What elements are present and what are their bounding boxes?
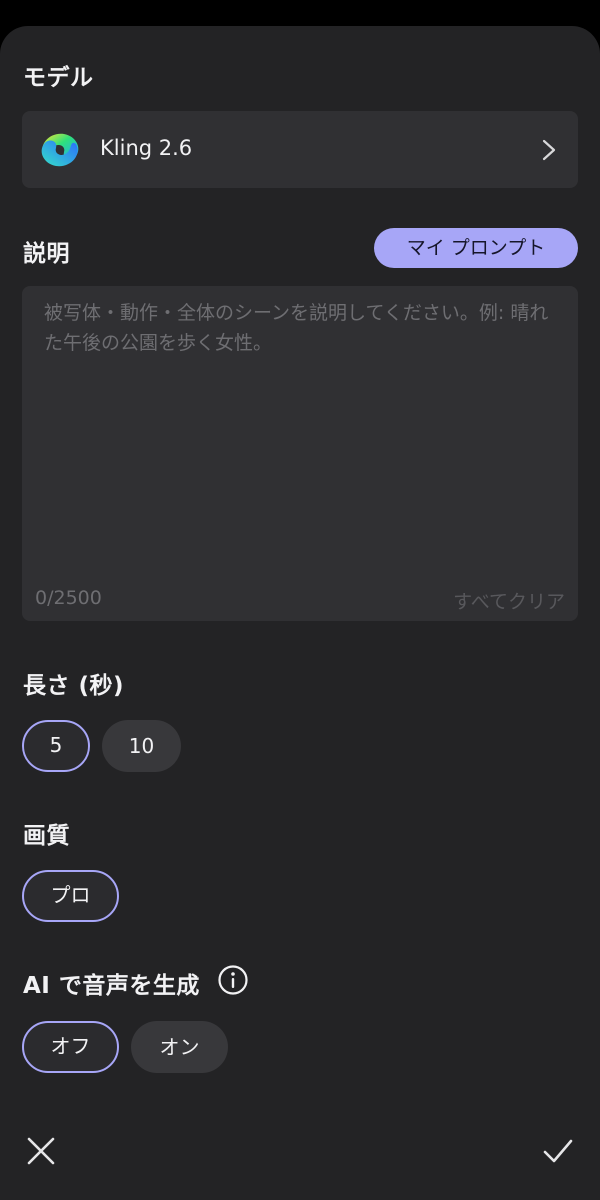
description-input[interactable] xyxy=(22,286,578,566)
audio-option-on[interactable]: オン xyxy=(131,1021,228,1073)
kling-logo-icon xyxy=(41,133,79,167)
clear-all-button[interactable]: すべてクリア xyxy=(453,587,565,614)
quality-section-title: 画質 xyxy=(23,823,70,849)
checkmark-icon[interactable] xyxy=(541,1134,575,1168)
settings-sheet: モデル Kling 2.6 説明 マイ プロンプト 被写体・動作・全体のシーンを… xyxy=(0,26,600,1200)
description-box: 0/2500 すべてクリア xyxy=(22,286,578,621)
description-section-title: 説明 xyxy=(23,241,70,267)
duration-option-5[interactable]: 5 xyxy=(22,720,90,772)
character-counter: 0/2500 xyxy=(35,587,102,609)
close-icon[interactable] xyxy=(24,1134,58,1168)
duration-option-10[interactable]: 10 xyxy=(102,720,181,772)
quality-option-pro[interactable]: プロ xyxy=(22,870,119,922)
audio-section-title: AI で音声を生成 xyxy=(23,973,200,999)
info-icon[interactable] xyxy=(217,964,249,996)
audio-option-off[interactable]: オフ xyxy=(22,1021,119,1073)
model-selector[interactable]: Kling 2.6 xyxy=(22,111,578,188)
duration-section-title: 長さ (秒) xyxy=(23,673,125,699)
model-section-title: モデル xyxy=(23,65,94,91)
chevron-right-icon xyxy=(542,139,556,161)
model-name: Kling 2.6 xyxy=(100,136,193,160)
my-prompt-button[interactable]: マイ プロンプト xyxy=(374,228,578,268)
